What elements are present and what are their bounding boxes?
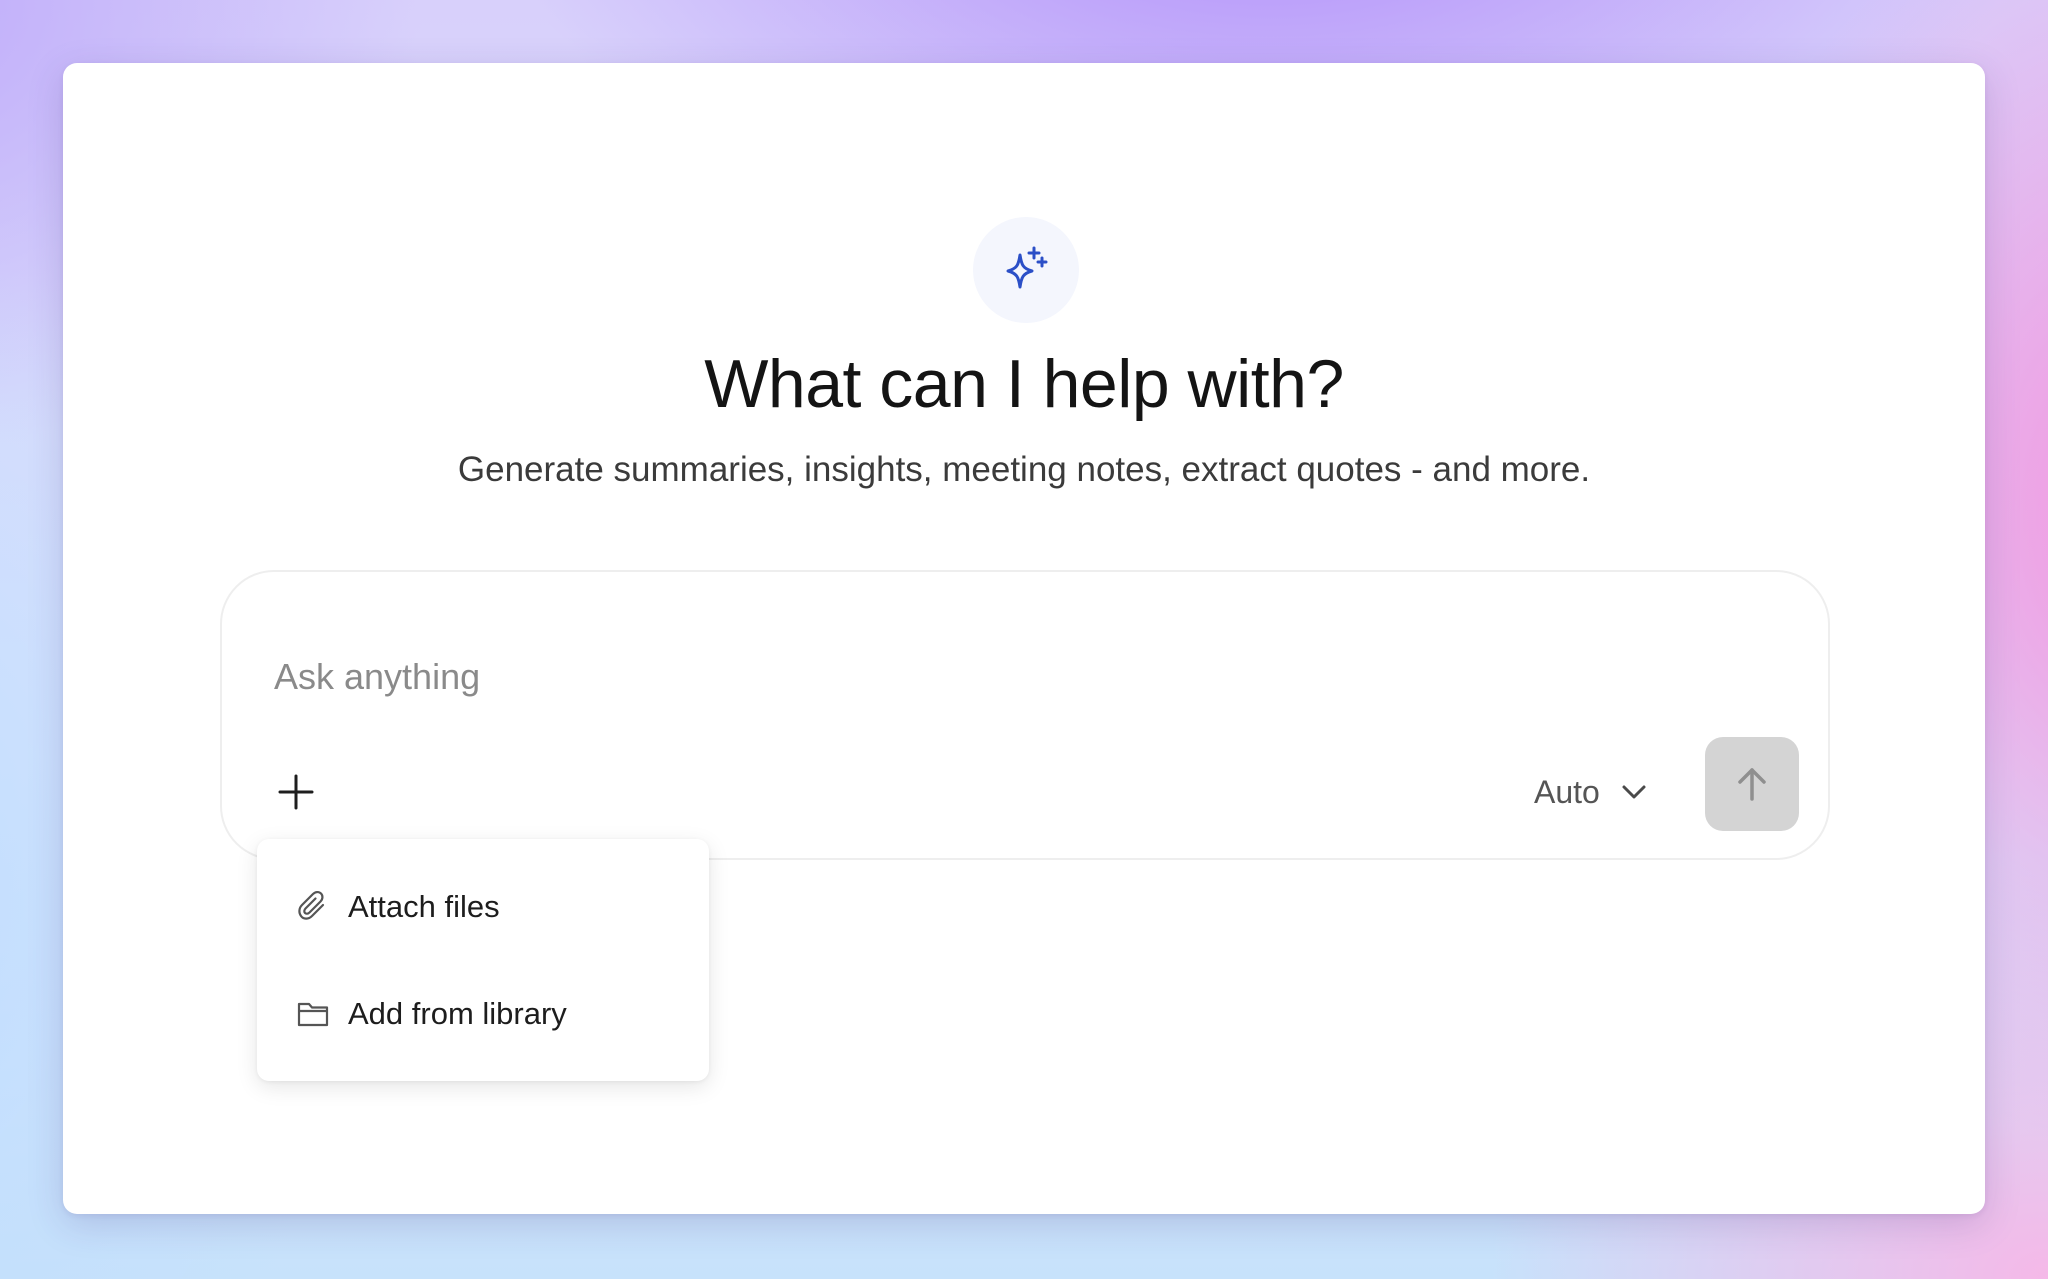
send-button[interactable] <box>1705 737 1799 831</box>
page-subtitle: Generate summaries, insights, meeting no… <box>457 450 1591 489</box>
arrow-up-icon <box>1738 768 1766 801</box>
add-attachment-button[interactable] <box>270 766 322 818</box>
page-title: What can I help with? <box>704 346 1344 422</box>
chat-composer: Auto <box>220 570 1830 860</box>
paperclip-icon <box>295 889 331 925</box>
attach-menu: Attach files Add from library <box>257 839 709 1081</box>
mode-label: Auto <box>1534 773 1600 810</box>
main-card: What can I help with? Generate summaries… <box>63 63 1985 1214</box>
menu-item-label: Attach files <box>348 889 500 924</box>
mode-select[interactable]: Auto <box>1534 765 1648 819</box>
menu-item-attach-files[interactable]: Attach files <box>257 867 709 947</box>
ask-input[interactable] <box>274 652 1674 702</box>
hero-badge <box>973 217 1079 323</box>
plus-icon <box>278 774 314 810</box>
sparkles-icon <box>1006 246 1048 289</box>
folder-icon <box>295 996 331 1032</box>
menu-item-add-from-library[interactable]: Add from library <box>257 974 709 1054</box>
menu-item-label: Add from library <box>348 996 567 1031</box>
chevron-down-icon <box>1622 785 1646 799</box>
